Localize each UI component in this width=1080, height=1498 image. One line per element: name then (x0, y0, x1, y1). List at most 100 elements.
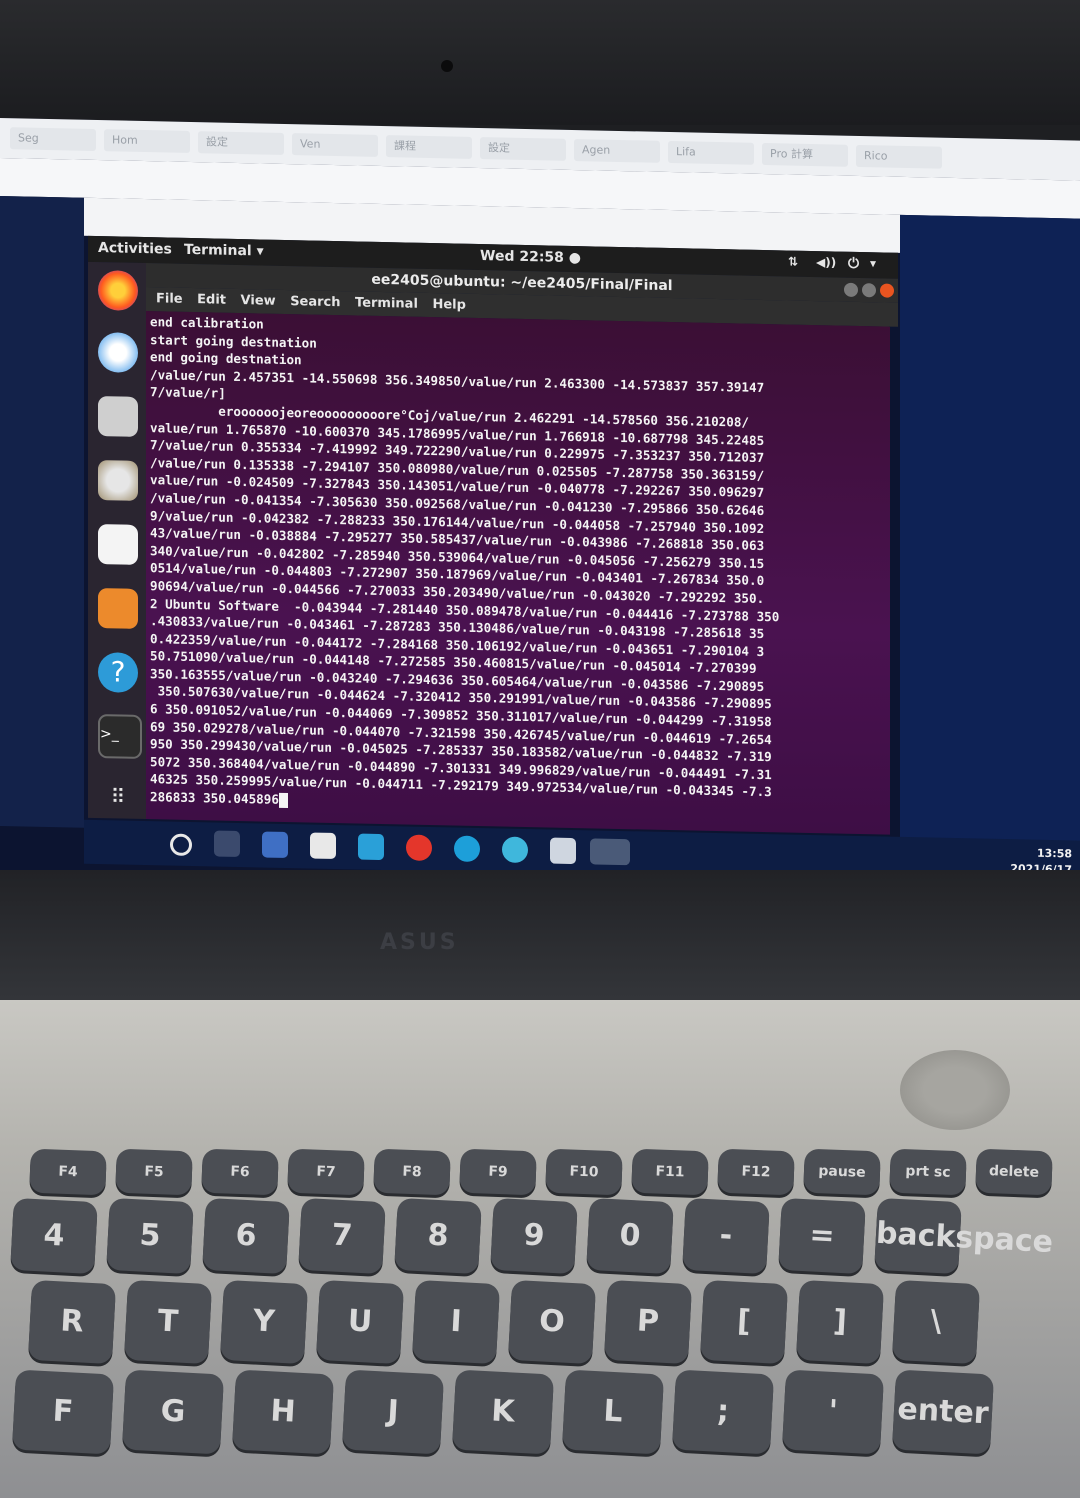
show-applications-icon[interactable]: ⠿ (98, 776, 138, 817)
vm-taskbar-icon[interactable] (590, 838, 630, 866)
store-icon[interactable] (310, 832, 336, 860)
key-o[interactable]: O (507, 1279, 597, 1365)
chevron-down-icon[interactable]: ▾ (870, 256, 876, 270)
terminal-cursor (278, 792, 288, 809)
terminal-line-text: end calibration (150, 314, 264, 332)
key-5[interactable]: 5 (106, 1197, 194, 1275)
speaker-grille (900, 1050, 1010, 1130)
files-icon[interactable] (98, 396, 138, 437)
key-8[interactable]: 8 (394, 1197, 482, 1275)
key-backspace[interactable]: backspace (874, 1197, 1054, 1275)
key-g[interactable]: G (121, 1369, 225, 1455)
key-t[interactable]: T (123, 1279, 213, 1365)
files-taskbar-icon[interactable] (550, 837, 576, 865)
key--[interactable]: [ (699, 1279, 789, 1365)
rhythmbox-icon[interactable] (98, 460, 138, 501)
browser-tab[interactable]: Agen (574, 139, 660, 163)
key-f6[interactable]: F6 (201, 1148, 279, 1196)
key-p[interactable]: P (603, 1279, 693, 1365)
browser-tab[interactable]: Seg (10, 127, 96, 152)
key-7[interactable]: 7 (298, 1197, 386, 1275)
key-u[interactable]: U (315, 1279, 405, 1365)
browser-tab[interactable]: Hom (104, 129, 190, 153)
app-icon[interactable] (502, 836, 528, 864)
terminal-output[interactable]: end calibration start going destnation end… (146, 311, 890, 835)
laptop-top-bezel (0, 0, 1080, 125)
key-f[interactable]: F (11, 1369, 115, 1455)
key--[interactable]: - (682, 1197, 770, 1275)
terminal-line-text: end going destnation (150, 349, 302, 368)
key-f9[interactable]: F9 (459, 1148, 537, 1196)
laptop-screen: Seg Hom 設定 Ven 課程 設定 Agen Lifa Pro 計算 Rico Activi… (0, 118, 1080, 901)
task-view-icon[interactable] (214, 830, 240, 858)
key-f12[interactable]: F12 (717, 1148, 795, 1196)
terminal-icon[interactable]: >_ (98, 714, 142, 759)
key-j[interactable]: J (341, 1369, 445, 1455)
mail-icon[interactable] (358, 833, 384, 861)
opera-icon[interactable] (406, 834, 432, 862)
key--[interactable]: ; (671, 1369, 775, 1455)
browser-tab[interactable]: 課程 (386, 135, 472, 159)
browser-tab[interactable]: Lifa (668, 140, 754, 165)
desktop-background-right (900, 214, 1080, 859)
terminal-line-text: start going destnation (150, 331, 317, 351)
menu-file[interactable]: File (156, 291, 183, 307)
key--[interactable]: ] (795, 1279, 885, 1365)
key-i[interactable]: I (411, 1279, 501, 1365)
terminal-line-text: 286833 350.045896 (150, 789, 279, 807)
key-f10[interactable]: F10 (545, 1148, 623, 1196)
key-0[interactable]: 0 (586, 1197, 674, 1275)
key-4[interactable]: 4 (10, 1197, 98, 1275)
menu-edit[interactable]: Edit (197, 292, 226, 308)
explorer-icon[interactable] (262, 831, 288, 859)
close-button[interactable] (880, 283, 894, 298)
firefox-icon[interactable] (98, 270, 138, 311)
browser-tab[interactable]: 設定 (480, 137, 566, 161)
clock[interactable]: Wed 22:58 ● (480, 248, 581, 266)
key-k[interactable]: K (451, 1369, 555, 1455)
key--[interactable]: = (778, 1197, 866, 1275)
tray-time: 13:58 (1036, 846, 1072, 861)
key--[interactable]: ' (781, 1369, 885, 1455)
maximize-button[interactable] (862, 283, 876, 298)
search-icon[interactable] (170, 833, 192, 857)
help-icon[interactable]: ? (98, 652, 138, 693)
browser-tab[interactable]: Ven (292, 133, 378, 157)
network-icon[interactable]: ⇅ (788, 255, 798, 269)
minimize-button[interactable] (844, 282, 858, 297)
key-r[interactable]: R (27, 1279, 117, 1365)
key-6[interactable]: 6 (202, 1197, 290, 1275)
app-menu-terminal[interactable]: Terminal ▾ (184, 242, 264, 260)
browser-tab[interactable]: Rico (856, 144, 942, 169)
laptop-bottom-bezel: ASUS (0, 870, 1080, 1005)
ubuntu-software-icon[interactable] (98, 588, 138, 629)
menu-view[interactable]: View (241, 293, 276, 309)
volume-icon[interactable]: ◀)) (816, 255, 836, 269)
key-f11[interactable]: F11 (631, 1148, 709, 1196)
edge-icon[interactable] (454, 835, 480, 863)
key-f7[interactable]: F7 (287, 1148, 365, 1196)
key-h[interactable]: H (231, 1369, 335, 1455)
key--[interactable]: \ (891, 1279, 981, 1365)
keyboard-deck: F4F5F6F7F8F9F10F11F12pause breakprt sc s… (0, 1000, 1080, 1498)
key-delete[interactable]: delete (975, 1148, 1053, 1196)
menu-terminal[interactable]: Terminal (355, 295, 418, 311)
writer-icon[interactable] (98, 524, 138, 565)
key-prt-sc-sysrq[interactable]: prt sc sysrq (889, 1148, 967, 1225)
power-icon[interactable]: ⏻ (848, 256, 859, 272)
key-9[interactable]: 9 (490, 1197, 578, 1275)
key-f8[interactable]: F8 (373, 1148, 451, 1196)
key-y[interactable]: Y (219, 1279, 309, 1365)
thunderbird-icon[interactable] (98, 332, 138, 373)
key-pause-break[interactable]: pause break (803, 1148, 881, 1225)
ubuntu-dock: ? >_ ⠿ (88, 261, 146, 820)
browser-tab[interactable]: Pro 計算 (762, 142, 848, 167)
menu-help[interactable]: Help (432, 297, 465, 313)
activities-button[interactable]: Activities (98, 240, 172, 258)
key-f5[interactable]: F5 (115, 1148, 193, 1196)
browser-tab[interactable]: 設定 (198, 131, 284, 155)
key-f4[interactable]: F4 (29, 1148, 107, 1196)
key-enter[interactable]: enter (891, 1369, 995, 1455)
menu-search[interactable]: Search (290, 294, 340, 310)
key-l[interactable]: L (561, 1369, 665, 1455)
